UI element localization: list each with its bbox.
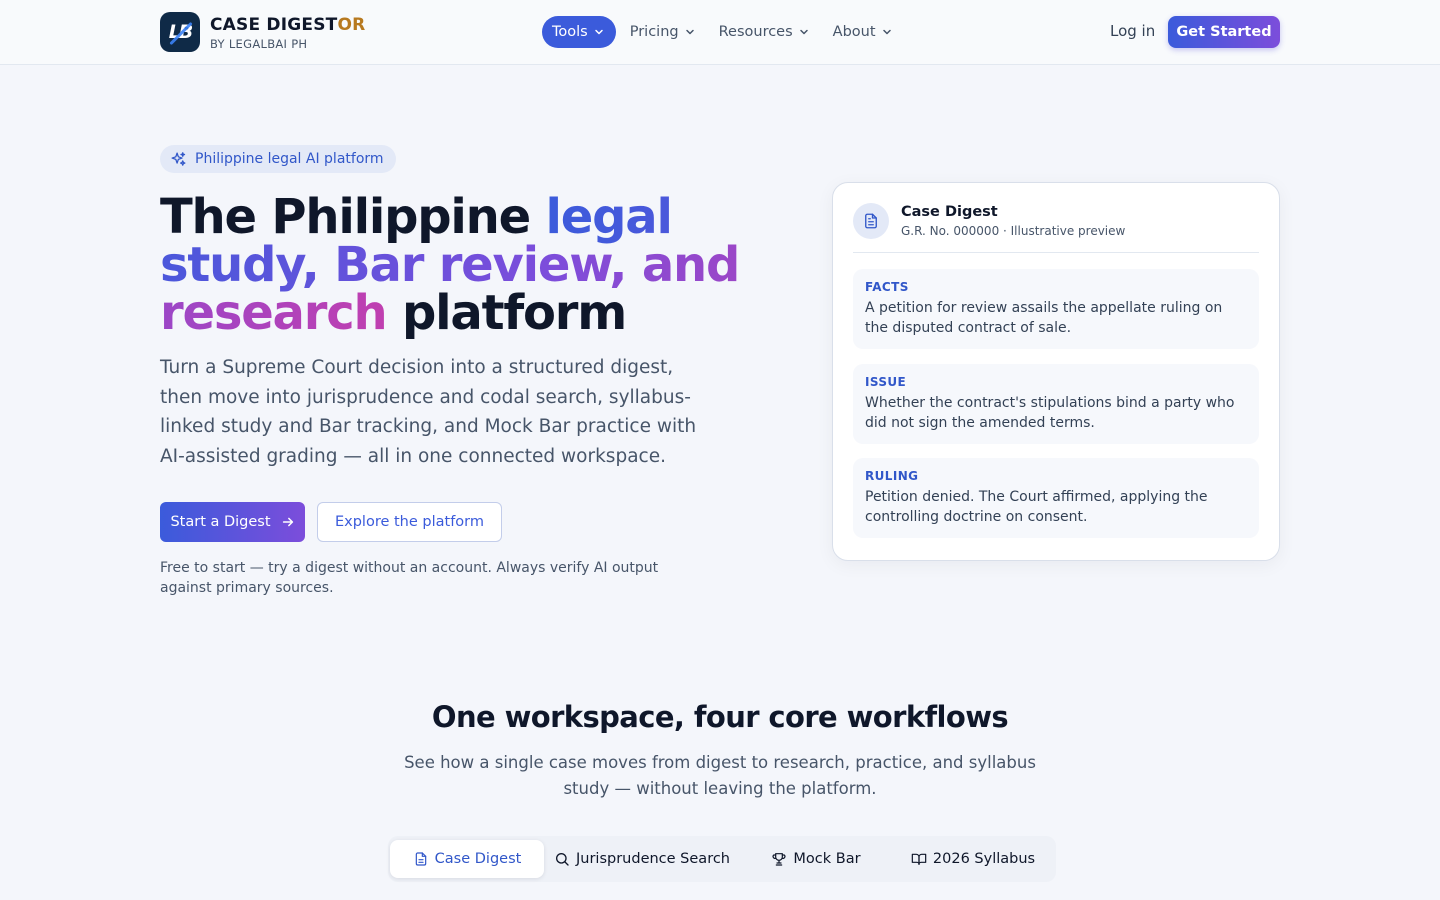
card-header: Case Digest G.R. No. 000000 · Illustrati… (853, 203, 1259, 253)
workflows-subtitle: See how a single case moves from digest … (404, 753, 1036, 798)
workflow-tabs: Case Digest Jurisprudence Search Mock Ba… (388, 836, 1056, 882)
chevron-down-icon (685, 29, 694, 35)
issue-section: ISSUE Whether the contract's stipulation… (853, 364, 1259, 444)
card-title: Case Digest (901, 204, 998, 220)
nav-item-tools[interactable]: Tools (542, 16, 616, 48)
logo-icon: LB (160, 12, 200, 52)
badge-label: Philippine legal AI platform (195, 151, 384, 167)
document-icon (853, 203, 889, 239)
section-text: A petition for review assails the appell… (865, 300, 1223, 336)
nav-item-pricing[interactable]: Pricing (620, 16, 705, 48)
search-icon (556, 853, 569, 866)
hero-title: The Philippine legal study, Bar review, … (160, 189, 740, 341)
facts-section: FACTS A petition for review assails the … (853, 269, 1259, 349)
sparkles-icon (171, 151, 186, 166)
chevron-down-icon (882, 29, 891, 35)
platform-badge: Philippine legal AI platform (160, 145, 396, 173)
card-subtitle: G.R. No. 000000 · Illustrative preview (901, 224, 1126, 238)
explore-platform-button[interactable]: Explore the platform (317, 502, 502, 542)
tab-2026-syllabus[interactable]: 2026 Syllabus (892, 840, 1054, 878)
start-digest-button[interactable]: Start a Digest (160, 502, 305, 542)
nav-item-about[interactable]: About (823, 16, 902, 48)
nav-item-resources[interactable]: Resources (709, 16, 819, 48)
get-started-button[interactable]: Get Started (1168, 16, 1280, 48)
chevron-down-icon (594, 29, 603, 35)
tab-mock-bar[interactable]: Mock Bar (740, 840, 892, 878)
book-icon (911, 853, 927, 865)
chevron-down-icon (799, 29, 808, 35)
trophy-icon (772, 853, 786, 866)
workflows-title: One workspace, four core workflows (431, 700, 1009, 734)
hero-description: Turn a Supreme Court decision into a str… (160, 357, 697, 467)
login-link[interactable]: Log in (1110, 22, 1155, 40)
hero-disclaimer: Free to start — try a digest without an … (160, 560, 659, 596)
section-text: Whether the contract's stipulations bind… (865, 395, 1235, 431)
brand-text: CASE DIGESTOR BY LEGALBAI PH (210, 14, 365, 51)
document-icon (415, 852, 426, 866)
section-label: ISSUE (865, 375, 907, 389)
tab-jurisprudence-search[interactable]: Jurisprudence Search (544, 840, 740, 878)
brand-name: CASE DIGESTOR (210, 14, 366, 35)
arrow-right-icon (282, 517, 293, 527)
ruling-section: RULING Petition denied. The Court affirm… (853, 458, 1259, 538)
section-label: RULING (865, 469, 919, 483)
brand-subtitle: BY LEGALBAI PH (210, 36, 308, 51)
section-text: Petition denied. The Court affirmed, app… (865, 489, 1208, 525)
brand-logo-link[interactable]: LB CASE DIGESTOR BY LEGALBAI PH (160, 12, 365, 52)
main-nav: Tools Pricing Resources About (542, 16, 906, 48)
top-navigation-bar: LB CASE DIGESTOR BY LEGALBAI PH Tools Pr… (0, 0, 1440, 65)
case-digest-preview-card: Case Digest G.R. No. 000000 · Illustrati… (832, 182, 1280, 561)
section-label: FACTS (865, 280, 909, 294)
tab-case-digest[interactable]: Case Digest (390, 840, 544, 878)
